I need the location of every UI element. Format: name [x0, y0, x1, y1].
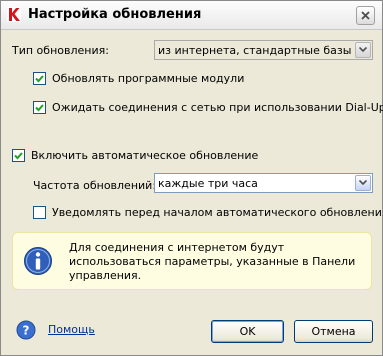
update-type-select[interactable]: из интернета, стандартные базы: [154, 40, 373, 60]
chevron-down-icon: [359, 47, 367, 52]
wait-dialup-label: Ожидать соединения с сетью при использов…: [52, 101, 383, 114]
update-type-value: из интернета, стандартные базы: [158, 44, 352, 57]
update-type-label: Тип обновления:: [12, 44, 109, 57]
svg-text:?: ?: [23, 324, 30, 338]
close-icon: [361, 11, 370, 20]
info-panel: Для соединения с интернетом будут исполь…: [12, 232, 372, 290]
wait-dialup-checkbox[interactable]: [33, 101, 46, 114]
checkmark-icon: [35, 104, 44, 112]
frequency-dropdown-button[interactable]: [355, 175, 371, 191]
update-modules-checkbox[interactable]: [33, 72, 46, 85]
dialog-body: Тип обновления: из интернета, стандартны…: [1, 30, 383, 355]
title-bar[interactable]: Настройка обновления: [1, 1, 382, 30]
help-link[interactable]: Помощь: [48, 323, 95, 336]
notify-before-label: Уведомлять перед началом автоматического…: [52, 206, 383, 219]
info-icon: [24, 247, 52, 275]
help-icon[interactable]: ?: [16, 320, 36, 340]
update-type-dropdown-button[interactable]: [355, 42, 371, 58]
checkmark-icon: [35, 75, 44, 83]
checkmark-icon: [14, 152, 23, 160]
cancel-button[interactable]: Отмена: [294, 320, 373, 343]
frequency-label: Частота обновлений:: [33, 179, 157, 192]
ok-button[interactable]: OK: [211, 320, 284, 343]
update-settings-dialog: Настройка обновления Тип обновления: из …: [0, 0, 383, 356]
info-message: Для соединения с интернетом будут исполь…: [69, 241, 356, 282]
window-title: Настройка обновления: [28, 7, 202, 22]
frequency-value: каждые три часа: [158, 177, 258, 190]
close-button[interactable]: [356, 6, 375, 25]
auto-update-checkbox[interactable]: [12, 149, 25, 162]
auto-update-label: Включить автоматическое обновление: [31, 149, 259, 162]
notify-before-checkbox[interactable]: [33, 206, 46, 219]
chevron-down-icon: [359, 180, 367, 185]
kaspersky-k-icon: [7, 7, 21, 22]
frequency-select[interactable]: каждые три часа: [154, 173, 373, 193]
update-modules-label: Обновлять программные модули: [52, 72, 245, 85]
